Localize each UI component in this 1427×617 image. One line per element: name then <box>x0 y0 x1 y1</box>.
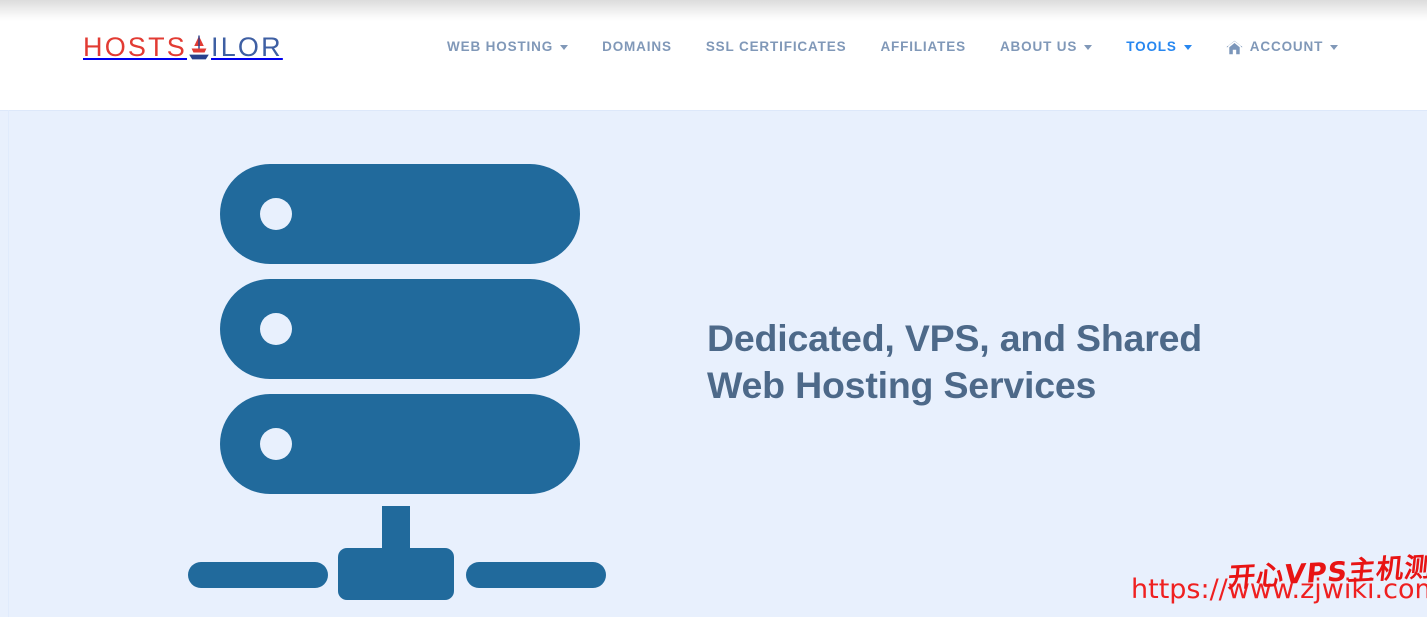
site-header: HOSTS ILOR WEB HOSTING DOMAINS SSL CERTI… <box>0 0 1427 110</box>
nav-item-domains[interactable]: DOMAINS <box>585 34 689 60</box>
nav-label-account: ACCOUNT <box>1249 39 1324 54</box>
page-root: Dedicated, VPS, and Shared Web Hosting S… <box>0 0 1427 617</box>
nav-item-about-us[interactable]: ABOUT US <box>983 34 1109 60</box>
chevron-down-icon <box>1330 44 1339 50</box>
main-navigation: WEB HOSTING DOMAINS SSL CERTIFICATES AFF… <box>430 34 1355 60</box>
nav-item-account[interactable]: ACCOUNT <box>1209 34 1355 60</box>
sailboat-icon <box>188 35 210 61</box>
nav-item-tools[interactable]: TOOLS <box>1109 34 1209 60</box>
hero-section: Dedicated, VPS, and Shared Web Hosting S… <box>0 110 1427 617</box>
hero-heading-line-1: Dedicated, VPS, and Shared <box>707 317 1202 359</box>
nav-label-web-hosting: WEB HOSTING <box>447 39 554 54</box>
nav-label-affiliates: AFFILIATES <box>880 39 966 54</box>
logo-text-hosts: HOSTS <box>83 32 188 62</box>
chevron-down-icon <box>1183 44 1192 50</box>
home-icon <box>1226 40 1243 55</box>
hero-content: Dedicated, VPS, and Shared Web Hosting S… <box>0 110 1427 617</box>
hero-heading: Dedicated, VPS, and Shared Web Hosting S… <box>707 315 1307 409</box>
nav-item-affiliates[interactable]: AFFILIATES <box>863 34 983 60</box>
nav-label-tools: TOOLS <box>1126 39 1177 54</box>
nav-label-ssl-certificates: SSL CERTIFICATES <box>705 39 847 54</box>
nav-label-domains: DOMAINS <box>602 39 672 54</box>
logo-text-ilor: ILOR <box>211 32 283 62</box>
nav-item-ssl-certificates[interactable]: SSL CERTIFICATES <box>689 34 864 60</box>
site-logo[interactable]: HOSTS ILOR <box>83 34 283 61</box>
chevron-down-icon <box>560 44 569 50</box>
nav-label-about-us: ABOUT US <box>999 39 1078 54</box>
nav-item-web-hosting[interactable]: WEB HOSTING <box>430 34 585 60</box>
chevron-down-icon <box>1084 44 1093 50</box>
server-stack-network-icon <box>186 158 606 600</box>
hero-heading-line-2: Web Hosting Services <box>707 363 1097 406</box>
